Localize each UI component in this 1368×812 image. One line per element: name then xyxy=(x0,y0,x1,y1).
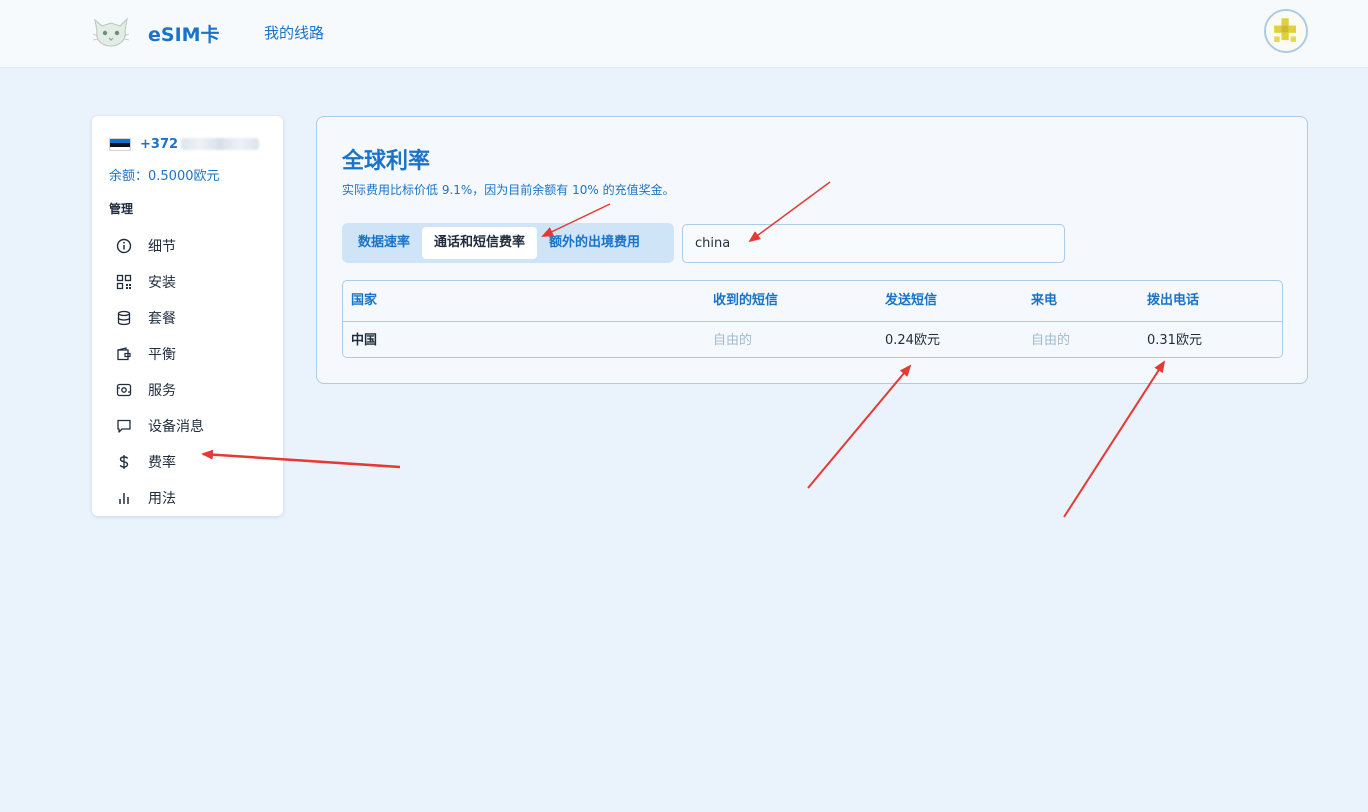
sidebar-item-label: 套餐 xyxy=(148,311,176,327)
service-icon xyxy=(116,382,132,398)
tab-extra-roaming-fees[interactable]: 额外的出境费用 xyxy=(537,227,652,259)
tab-data-rates[interactable]: 数据速率 xyxy=(346,227,422,259)
info-icon xyxy=(116,238,132,254)
arrow-to-call-price xyxy=(1063,360,1166,518)
message-icon xyxy=(116,418,132,434)
sidebar-item-usage[interactable]: 用法 xyxy=(116,480,276,516)
dollar-icon xyxy=(116,454,132,470)
sidebar-item-services[interactable]: 服务 xyxy=(116,372,276,408)
top-bar: eSIM卡 我的线路 xyxy=(0,0,1368,68)
sidebar-item-label: 费率 xyxy=(148,455,176,471)
estonia-flag-icon xyxy=(109,137,131,151)
database-icon xyxy=(116,310,132,326)
redacted-number xyxy=(181,138,260,150)
column-header-sms-received[interactable]: 收到的短信 xyxy=(713,281,778,321)
sidebar-item-rates[interactable]: 费率 xyxy=(116,444,276,480)
cell-incoming-calls: 自由的 xyxy=(1031,333,1071,348)
pixel-avatar-icon[interactable] xyxy=(1264,9,1308,53)
cell-country: 中国 xyxy=(351,333,378,348)
sidebar-menu: 细节 安装 套餐 平衡 服务 设备消息 费率 用法 xyxy=(116,228,276,516)
qr-code-icon xyxy=(116,274,132,290)
table-row: 中国 自由的 0.24欧元 自由的 0.31欧元 xyxy=(343,322,1282,359)
page-subtitle: 实际费用比标价低 9.1%，因为目前余额有 10% 的充值奖金。 xyxy=(342,183,675,197)
sidebar-item-plans[interactable]: 套餐 xyxy=(116,300,276,336)
cell-sms-sent: 0.24欧元 xyxy=(885,333,940,348)
cell-sms-received: 自由的 xyxy=(713,333,753,348)
country-search-input[interactable] xyxy=(682,224,1065,263)
manage-section-title: 管理 xyxy=(109,202,134,216)
column-header-incoming-calls[interactable]: 来电 xyxy=(1031,281,1057,321)
sidebar-item-label: 服务 xyxy=(148,383,176,399)
rate-tabs: 数据速率 通话和短信费率 额外的出境费用 xyxy=(342,223,674,263)
sidebar: +372 余额：0.5000欧元 管理 细节 安装 套餐 平衡 服务 设备消息 … xyxy=(92,116,283,516)
table-header: 国家 收到的短信 发送短信 来电 拨出电话 xyxy=(343,281,1282,322)
sidebar-item-balance[interactable]: 平衡 xyxy=(116,336,276,372)
sidebar-item-label: 细节 xyxy=(148,239,176,255)
phone-prefix: +372 xyxy=(140,136,179,152)
brand-title[interactable]: eSIM卡 xyxy=(148,20,220,47)
rates-table: 国家 收到的短信 发送短信 来电 拨出电话 中国 自由的 0.24欧元 自由的 … xyxy=(342,280,1283,358)
column-header-sms-sent[interactable]: 发送短信 xyxy=(885,281,937,321)
page-title: 全球利率 xyxy=(342,149,431,174)
tab-calls-sms-rates[interactable]: 通话和短信费率 xyxy=(422,227,538,259)
global-rates-card: 全球利率 实际费用比标价低 9.1%，因为目前余额有 10% 的充值奖金。 数据… xyxy=(316,116,1308,384)
bar-chart-icon xyxy=(116,490,132,506)
sidebar-item-label: 用法 xyxy=(148,491,176,507)
arrow-to-sms-price xyxy=(807,364,912,489)
balance-text: 余额：0.5000欧元 xyxy=(109,169,220,184)
column-header-outgoing-calls[interactable]: 拨出电话 xyxy=(1147,281,1199,321)
phone-number-row[interactable]: +372 xyxy=(109,136,260,152)
sidebar-item-details[interactable]: 细节 xyxy=(116,228,276,264)
nav-my-lines-link[interactable]: 我的线路 xyxy=(264,22,324,43)
column-header-country[interactable]: 国家 xyxy=(351,281,377,321)
cell-outgoing-calls: 0.31欧元 xyxy=(1147,333,1202,348)
sidebar-item-device-messages[interactable]: 设备消息 xyxy=(116,408,276,444)
cat-logo-icon[interactable] xyxy=(92,14,130,48)
sidebar-item-label: 设备消息 xyxy=(148,419,204,435)
sidebar-item-label: 安装 xyxy=(148,275,176,291)
sidebar-item-label: 平衡 xyxy=(148,347,176,363)
wallet-icon xyxy=(116,346,132,362)
sidebar-item-install[interactable]: 安装 xyxy=(116,264,276,300)
